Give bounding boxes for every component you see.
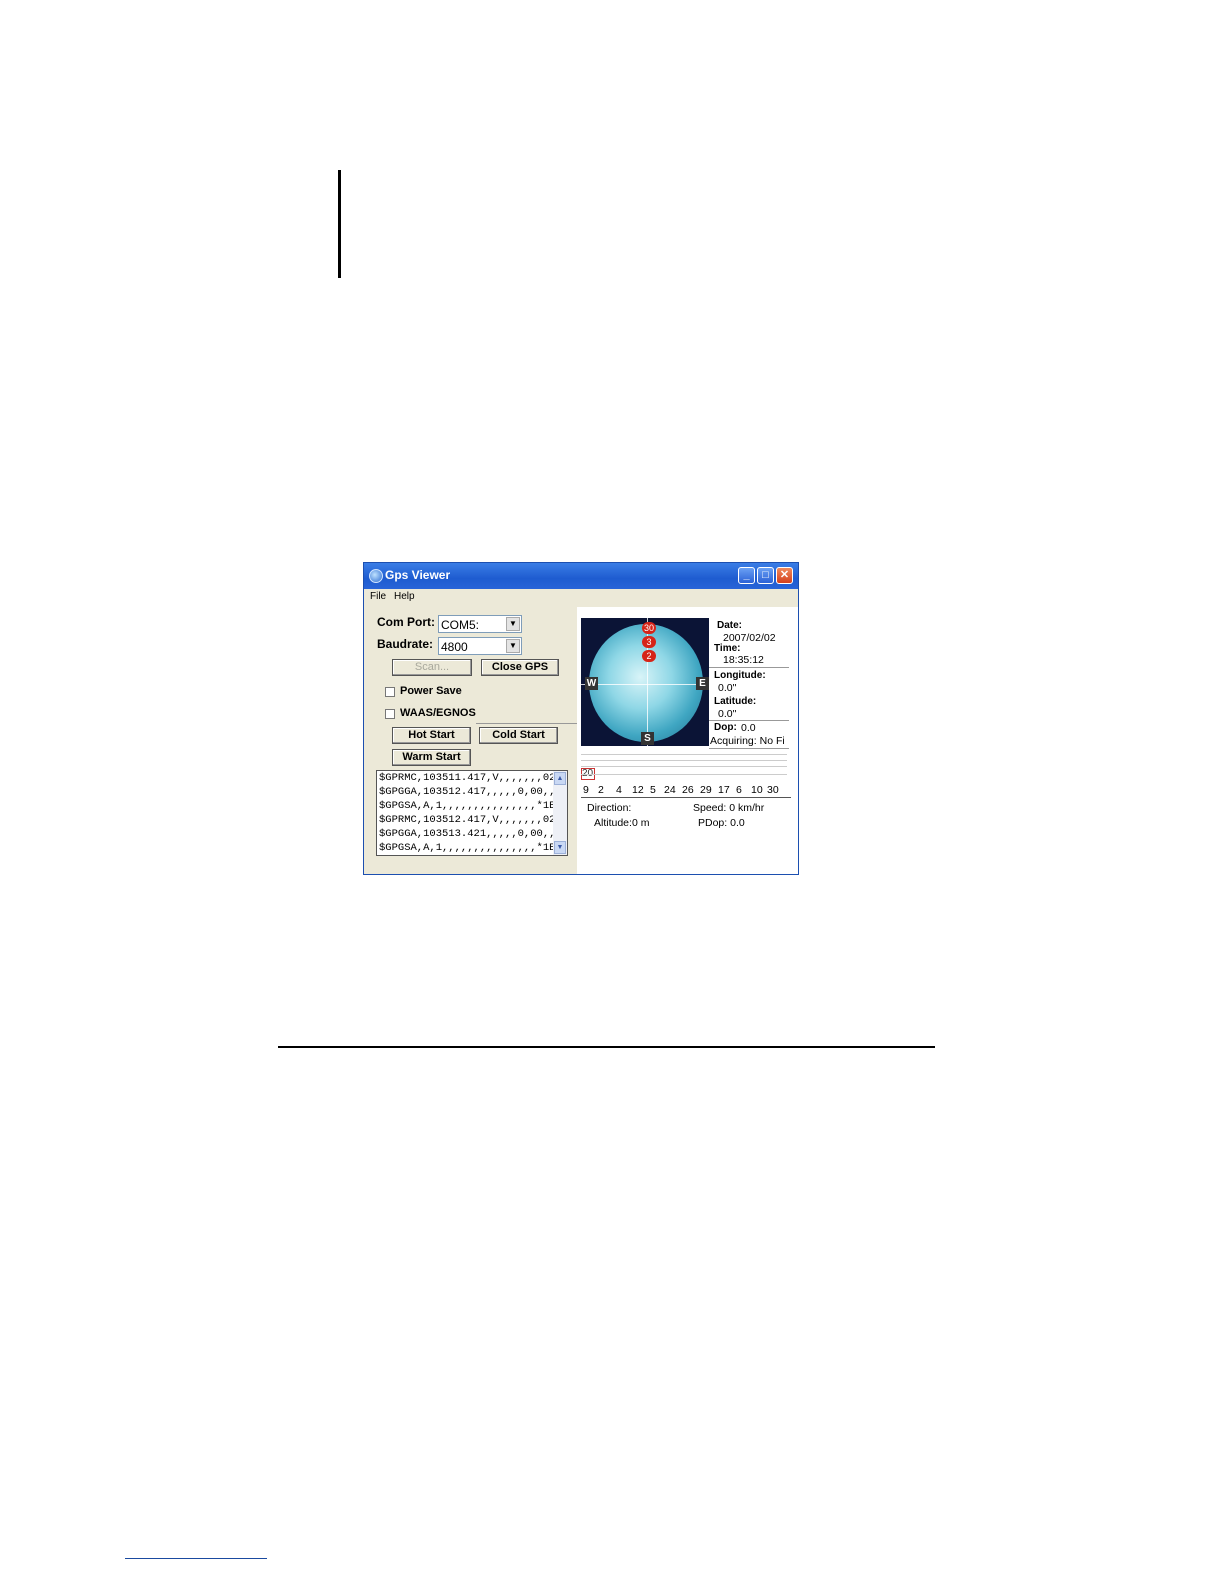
margin-change-bar <box>338 170 341 278</box>
chevron-down-icon[interactable]: ▼ <box>506 617 520 631</box>
maximize-button[interactable]: □ <box>757 567 774 584</box>
com-port-label: Com Port: <box>377 615 435 629</box>
signal-grid-line <box>581 774 787 775</box>
prn-number: 17 <box>718 784 730 796</box>
power-save-checkbox[interactable] <box>385 687 395 697</box>
log-scrollbar[interactable]: ▲ ▼ <box>553 771 567 855</box>
divider <box>709 720 789 721</box>
nmea-log[interactable]: $GPRMC,103511.417,V,,,,,,,020 $GPGGA,103… <box>376 770 568 856</box>
dop-label: Dop: <box>714 722 737 733</box>
minimize-button[interactable]: _ <box>738 567 755 584</box>
waas-egnos-label: WAAS/EGNOS <box>400 707 476 719</box>
divider <box>709 667 789 668</box>
pdop-value: PDop: 0.0 <box>698 817 745 829</box>
warm-start-button[interactable]: Warm Start <box>392 749 471 766</box>
longitude-label: Longitude: <box>714 670 766 681</box>
nmea-line: $GPGSA,A,1,,,,,,,,,,,,,,,*1E <box>379 800 556 812</box>
close-gps-button[interactable]: Close GPS <box>481 659 559 676</box>
nmea-line: $GPRMC,103511.417,V,,,,,,,020 <box>379 772 562 784</box>
divider <box>476 723 580 724</box>
date-label: Date: <box>717 620 743 631</box>
time-value: 18:35:12 <box>723 654 764 666</box>
waas-egnos-checkbox[interactable] <box>385 709 395 719</box>
satellite-sky-view: 30 3 2 W E S <box>581 618 709 746</box>
chevron-down-icon[interactable]: ▼ <box>506 639 520 653</box>
control-panel: Com Port: COM5: ▼ Baudrate: 4800 ▼ Scan.… <box>368 607 580 872</box>
footer-rule <box>125 1558 267 1559</box>
prn-number: 26 <box>682 784 694 796</box>
satellite-marker: 3 <box>642 636 656 648</box>
speed-value: Speed: 0 km/hr <box>693 802 765 814</box>
prn-number: 4 <box>616 784 622 796</box>
scroll-down-icon[interactable]: ▼ <box>554 841 566 854</box>
status-panel: 30 3 2 W E S Date: 2007/02/02 Time: 18:3… <box>577 607 798 874</box>
com-port-select[interactable]: COM5: ▼ <box>438 615 522 633</box>
satellite-marker: 30 <box>642 622 656 634</box>
latitude-value: 0.0" <box>718 708 737 720</box>
satellite-marker: 2 <box>642 650 656 662</box>
prn-number: 12 <box>632 784 644 796</box>
latitude-label: Latitude: <box>714 696 757 707</box>
hot-start-button[interactable]: Hot Start <box>392 727 471 744</box>
nmea-line: $GPRMC,103512.417,V,,,,,,,020 <box>379 814 562 826</box>
baudrate-select[interactable]: 4800 ▼ <box>438 637 522 655</box>
signal-grid-line <box>581 766 787 767</box>
east-label: E <box>696 677 709 690</box>
scroll-up-icon[interactable]: ▲ <box>554 772 566 785</box>
baudrate-label: Baudrate: <box>377 637 434 651</box>
south-label: S <box>641 732 654 745</box>
prn-number: 24 <box>664 784 676 796</box>
prn-number: 6 <box>736 784 742 796</box>
scan-button[interactable]: Scan... <box>392 659 472 676</box>
horizon-line <box>581 684 709 685</box>
menu-help[interactable]: Help <box>394 591 415 602</box>
prn-number: 10 <box>751 784 763 796</box>
close-button[interactable]: ✕ <box>776 567 793 584</box>
cold-start-button[interactable]: Cold Start <box>479 727 558 744</box>
menu-file[interactable]: File <box>370 591 386 602</box>
baudrate-value: 4800 <box>441 640 468 654</box>
power-save-label: Power Save <box>400 685 462 697</box>
direction-label: Direction: <box>587 802 632 814</box>
app-icon <box>369 569 383 583</box>
west-label: W <box>585 677 598 690</box>
signal-baseline <box>581 797 791 798</box>
longitude-value: 0.0" <box>718 682 737 694</box>
com-port-value: COM5: <box>441 618 480 632</box>
horizontal-rule <box>278 1046 935 1048</box>
prn-number: 9 <box>583 784 589 796</box>
time-label: Time: <box>714 643 741 654</box>
prn-number: 2 <box>598 784 604 796</box>
acquiring-status: Acquiring: No Fi <box>710 735 785 747</box>
signal-grid-line <box>581 760 787 761</box>
gps-viewer-window: Gps Viewer _ □ ✕ File Help Com Port: COM… <box>363 562 799 875</box>
title-bar[interactable]: Gps Viewer _ □ ✕ <box>364 563 798 589</box>
prn-number: 29 <box>700 784 712 796</box>
dop-value: 0.0 <box>741 722 756 734</box>
prn-number: 5 <box>650 784 656 796</box>
nmea-line: $GPGGA,103512.417,,,,,0,00,,,M <box>379 786 568 798</box>
altitude-value: Altitude:0 m <box>594 817 650 829</box>
nmea-line: $GPGSA,A,1,,,,,,,,,,,,,,,*1E <box>379 842 556 854</box>
prn-number: 30 <box>767 784 779 796</box>
nmea-line: $GPGGA,103513.421,,,,,0,00,,,M <box>379 828 568 840</box>
window-title: Gps Viewer <box>385 568 451 582</box>
menu-bar: File Help <box>364 589 798 605</box>
divider <box>709 748 789 749</box>
signal-grid-line <box>581 754 787 755</box>
